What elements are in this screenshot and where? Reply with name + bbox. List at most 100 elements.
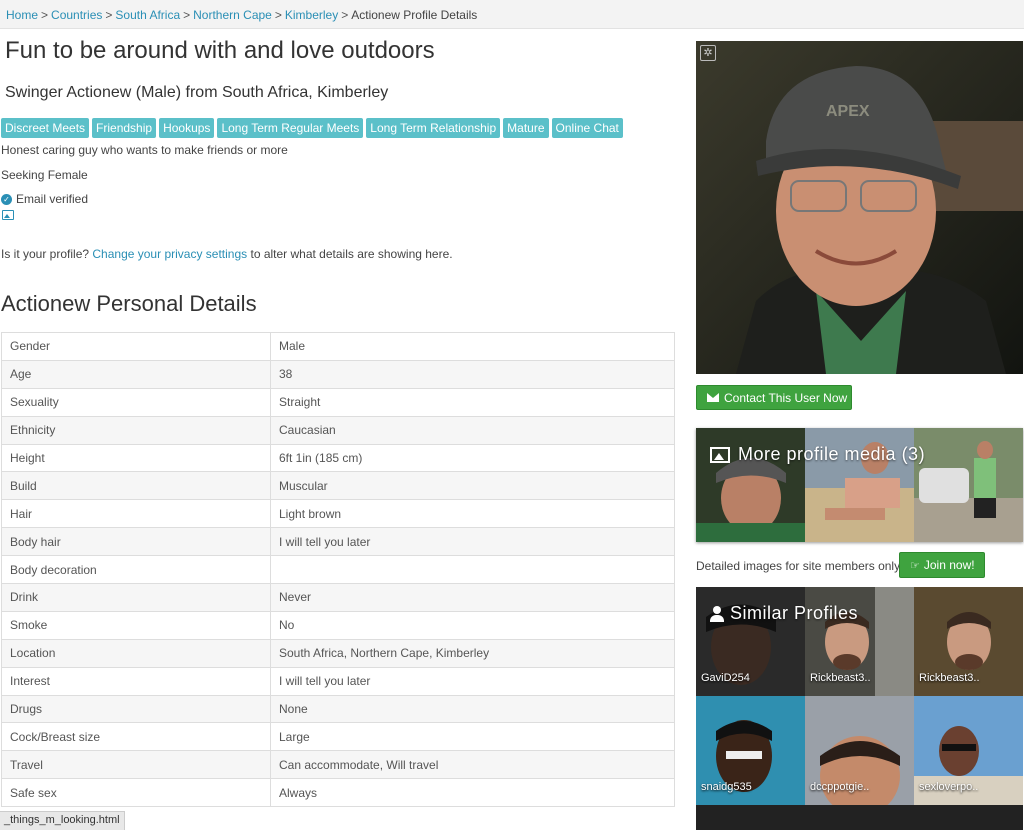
detail-value: Straight: [270, 387, 675, 417]
detail-value: 38: [270, 359, 675, 389]
detail-row: Safe sex Always: [1, 778, 675, 808]
detail-label: Safe sex: [1, 778, 271, 808]
similar-profile-card[interactable]: snaidg535: [696, 696, 805, 805]
breadcrumb-current: Actionew Profile Details: [351, 8, 478, 22]
detail-value: Never: [270, 583, 675, 612]
detail-label: Hair: [1, 499, 271, 529]
profile-title: Fun to be around with and love outdoors: [5, 37, 435, 64]
detail-label: Smoke: [1, 610, 271, 640]
detail-row: Travel Can accommodate, Will travel: [1, 750, 675, 780]
similar-profiles-title: Similar Profiles: [710, 603, 858, 624]
similar-profile-name: snaidg535: [701, 781, 752, 793]
contact-user-label: Contact This User Now: [724, 390, 848, 405]
picture-icon: [710, 446, 730, 463]
similar-profile-card[interactable]: sexloverpo..: [914, 696, 1023, 805]
detail-label: Cock/Breast size: [1, 722, 271, 752]
similar-profile-card[interactable]: Rickbeast3..: [914, 587, 1023, 696]
detail-value: Male: [270, 332, 675, 361]
detail-row: Location South Africa, Northern Cape, Kim…: [1, 638, 675, 668]
detail-value: Can accommodate, Will travel: [270, 750, 675, 780]
breadcrumb-separator: >: [183, 8, 191, 22]
similar-profile-name: sexloverpo..: [919, 781, 979, 793]
detail-value: None: [270, 694, 675, 724]
detail-label: Body decoration: [1, 555, 271, 585]
envelope-icon: [707, 393, 719, 402]
breadcrumb-country[interactable]: South Africa: [115, 8, 180, 22]
detail-row: Build Muscular: [1, 471, 675, 501]
personal-details-heading: Actionew Personal Details: [1, 291, 257, 316]
detail-row: Smoke No: [1, 610, 675, 640]
media-thumb-3: [914, 428, 1023, 542]
breadcrumb-separator: >: [41, 8, 49, 22]
detail-value: I will tell you later: [270, 527, 675, 557]
interest-tags: Discreet Meets Friendship Hookups Long T…: [1, 118, 623, 138]
detail-value: Large: [270, 722, 675, 752]
breadcrumb-region[interactable]: Northern Cape: [193, 8, 272, 22]
detail-row: Ethnicity Caucasian: [1, 415, 675, 445]
privacy-settings-link[interactable]: Change your privacy settings: [92, 247, 247, 261]
similar-profile-name: Rickbeast3..: [919, 672, 980, 684]
join-now-label: Join now!: [923, 558, 975, 572]
detail-label: Height: [1, 443, 271, 473]
detail-label: Interest: [1, 666, 271, 696]
privacy-suffix: to alter what details are showing here.: [250, 247, 453, 261]
detail-row: Height 6ft 1in (185 cm): [1, 443, 675, 473]
detail-label: Location: [1, 638, 271, 668]
similar-profiles-label: Similar Profiles: [730, 603, 859, 623]
similar-profiles-box: Similar Profiles GaviD254 Rickbeast3.. R…: [696, 587, 1023, 830]
profile-media-title: More profile media (3): [710, 444, 925, 465]
thumbs-up-icon: ☞: [910, 559, 920, 572]
tag-long-term-relationship[interactable]: Long Term Relationship: [366, 118, 501, 138]
detail-row: Age 38: [1, 359, 675, 389]
detail-value: I will tell you later: [270, 666, 675, 696]
breadcrumb-home[interactable]: Home: [6, 8, 38, 22]
tag-long-term-regular-meets[interactable]: Long Term Regular Meets: [217, 118, 364, 138]
similar-profile-card[interactable]: dccppotgie..: [805, 696, 914, 805]
personal-details-table: Gender Male Age 38 Sexuality Straight Ethnicit…: [1, 332, 675, 808]
profile-photo[interactable]: APEX ✲: [696, 41, 1023, 374]
tag-mature[interactable]: Mature: [503, 118, 549, 138]
detail-value: No: [270, 610, 675, 640]
email-verified: ✓ Email verified: [1, 192, 88, 206]
detail-label: Ethnicity: [1, 415, 271, 445]
tag-hookups[interactable]: Hookups: [159, 118, 215, 138]
detail-value: Muscular: [270, 471, 675, 501]
members-only-note: Detailed images for site members only: [696, 559, 901, 573]
detail-label: Travel: [1, 750, 271, 780]
breadcrumb-countries[interactable]: Countries: [51, 8, 102, 22]
detail-label: Age: [1, 359, 271, 389]
profile-media-box[interactable]: More profile media (3): [696, 428, 1023, 542]
favourite-icon[interactable]: ✲: [700, 45, 716, 61]
seeking-text: Seeking Female: [1, 168, 88, 182]
svg-text:APEX: APEX: [826, 103, 870, 120]
detail-value: Light brown: [270, 499, 675, 529]
image-icon[interactable]: [2, 210, 14, 220]
tag-friendship[interactable]: Friendship: [92, 118, 157, 138]
breadcrumb-separator: >: [105, 8, 113, 22]
user-icon: [710, 605, 724, 622]
detail-value: Always: [270, 778, 675, 808]
email-verified-label: Email verified: [16, 192, 89, 206]
status-bar-url: _things_m_looking.html: [0, 811, 125, 830]
detail-row: Drugs None: [1, 694, 675, 724]
detail-value: South Africa, Northern Cape, Kimberley: [270, 638, 675, 668]
similar-profile-name: GaviD254: [701, 672, 750, 684]
tag-online-chat[interactable]: Online Chat: [551, 118, 623, 138]
detail-value: 6ft 1in (185 cm): [270, 443, 675, 473]
breadcrumb-separator: >: [341, 8, 349, 22]
privacy-note: Is it your profile? Change your privacy …: [1, 247, 453, 261]
detail-row: Body decoration: [1, 555, 675, 585]
detail-row: Gender Male: [1, 332, 675, 361]
similar-profile-name: Rickbeast3..: [810, 672, 871, 684]
join-now-button[interactable]: ☞ Join now!: [899, 552, 985, 578]
detail-row: Body hair I will tell you later: [1, 527, 675, 557]
detail-value: Caucasian: [270, 415, 675, 445]
profile-media-label: More profile media (3): [738, 444, 926, 464]
tag-discreet-meets[interactable]: Discreet Meets: [1, 118, 90, 138]
profile-photo-image: APEX: [696, 41, 1023, 374]
contact-user-button[interactable]: Contact This User Now: [696, 385, 852, 410]
breadcrumb-city[interactable]: Kimberley: [285, 8, 338, 22]
detail-row: Drink Never: [1, 583, 675, 612]
privacy-prefix: Is it your profile?: [1, 247, 90, 261]
detail-label: Gender: [1, 332, 271, 361]
